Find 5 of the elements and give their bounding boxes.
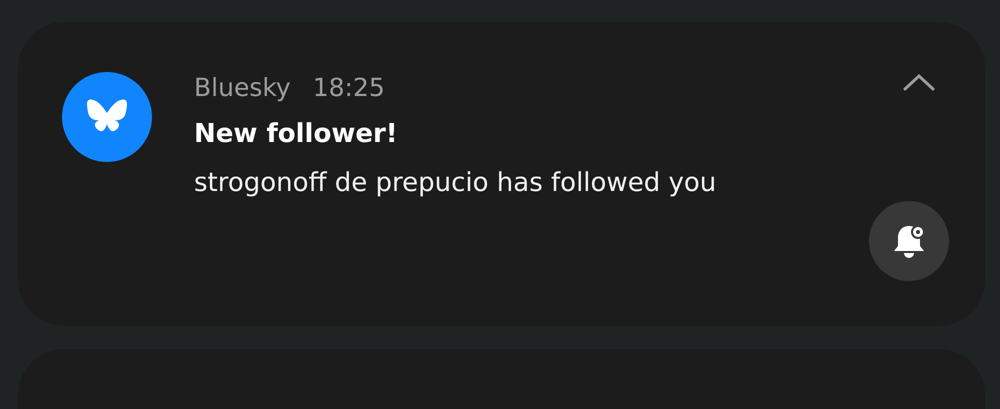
notification-time: 18:25 [312,72,385,104]
notification-title: New follower! [194,118,399,150]
app-name: Bluesky [194,72,291,104]
notification-body: strogonoff de prepucio has followed you [194,166,716,200]
notification-card[interactable]: Bluesky 18:25 New follower! strogonoff de prepucio has followed you [18,22,985,326]
